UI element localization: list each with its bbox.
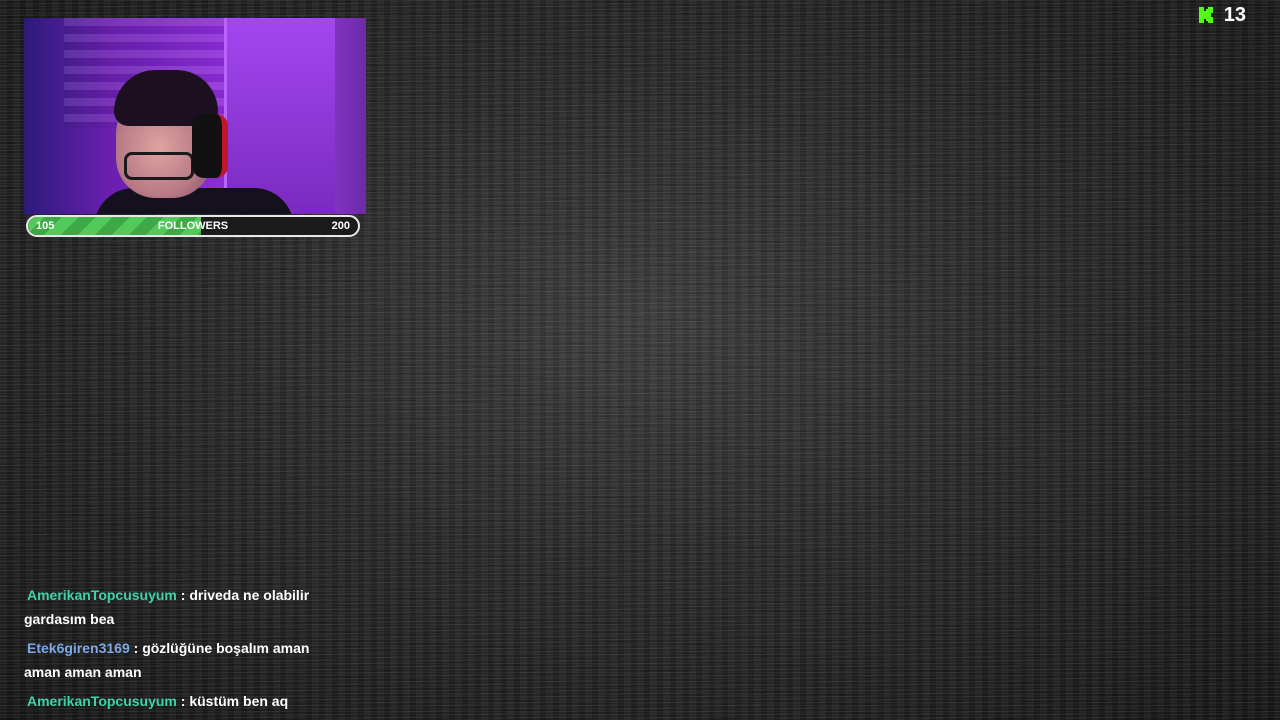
- chat-text: küstüm ben aq: [189, 693, 289, 709]
- follower-goal-label: FOLLOWERS: [157, 220, 229, 232]
- streamer-headset: [192, 114, 228, 178]
- webcam-feed: [24, 18, 366, 214]
- chat-separator: :: [129, 640, 143, 656]
- chat-separator: :: [176, 693, 190, 709]
- chat-username: AmerikanTopcusuyum: [27, 693, 177, 709]
- chat-username: AmerikanTopcusuyum: [27, 587, 177, 603]
- follower-goal-bar: 105 FOLLOWERS 200: [26, 215, 360, 237]
- chat-username: Etek6giren3169: [27, 640, 130, 656]
- webcam-background-door: [224, 18, 335, 214]
- chat-overlay: AmerikanTopcusuyum : driveda ne olabilir…: [24, 583, 340, 718]
- chat-message: AmerikanTopcusuyum : küstüm ben aq: [24, 689, 340, 713]
- viewer-count: 13: [1223, 3, 1246, 26]
- streamer-glasses: [124, 152, 194, 180]
- chat-separator: :: [176, 587, 190, 603]
- streamer-shirt: [94, 188, 294, 214]
- viewer-count-badge: 13: [1198, 4, 1246, 26]
- chat-message: Etek6giren3169 : gözlüğüne boşalım aman …: [24, 636, 340, 684]
- kick-logo-icon: [1198, 7, 1213, 23]
- chat-message: AmerikanTopcusuyum : driveda ne olabilir…: [24, 583, 340, 631]
